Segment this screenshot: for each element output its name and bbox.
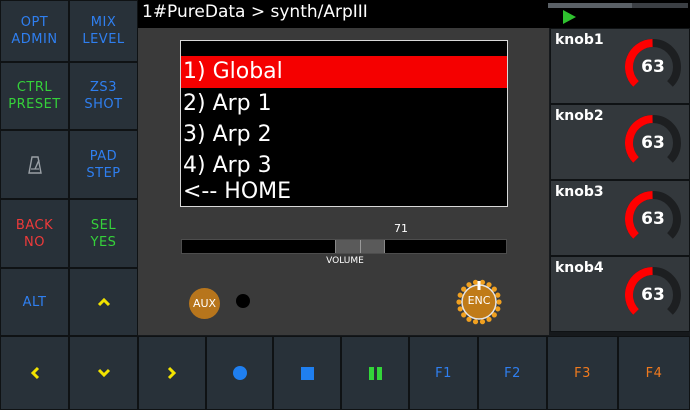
f4-button[interactable]: F4 (618, 336, 690, 410)
menu-item[interactable]: 2) Arp 1 (181, 88, 507, 120)
knob1-value: 63 (641, 57, 665, 77)
zs3-label: ZS3 (90, 80, 117, 95)
knob2-value: 63 (641, 133, 665, 153)
progress-fill (548, 3, 632, 8)
knob1-label: knob1 (555, 32, 604, 48)
zs3-shot-button[interactable]: ZS3 SHOT (69, 62, 138, 130)
chevron-right-icon (167, 366, 177, 380)
f1-button[interactable]: F1 (409, 336, 478, 410)
chevron-down-icon (97, 368, 110, 378)
preset-label: PRESET (8, 97, 61, 112)
left-button[interactable] (0, 336, 69, 410)
record-button[interactable] (206, 336, 273, 410)
knob4-value: 63 (641, 285, 665, 305)
sel-yes-button[interactable]: SEL YES (69, 199, 138, 268)
opt-label: OPT (20, 15, 49, 30)
up-button[interactable] (69, 268, 138, 336)
metronome-button[interactable] (0, 130, 69, 199)
f2-label: F2 (504, 365, 521, 381)
knob4-label: knob4 (555, 260, 604, 276)
indicator-dot (236, 294, 250, 308)
enc-label: ENC (467, 294, 491, 307)
menu-item[interactable]: 3) Arp 2 (181, 119, 507, 151)
metronome-icon (27, 155, 42, 174)
knob3-panel[interactable]: knob3 63 (550, 180, 690, 256)
knob4-panel[interactable]: knob4 63 (550, 256, 690, 332)
knob1-panel[interactable]: knob1 63 (550, 28, 690, 104)
menu-item[interactable]: 1) Global (181, 56, 507, 88)
menu-item[interactable]: <-- HOME (181, 176, 507, 206)
no-label: NO (24, 234, 45, 250)
back-label: BACK (15, 217, 54, 233)
volume-slider[interactable] (181, 239, 507, 254)
play-icon[interactable] (563, 10, 576, 24)
mix-level-button[interactable]: MIX LEVEL (69, 0, 138, 62)
ctrl-preset-button[interactable]: CTRL PRESET (0, 62, 69, 130)
step-label: STEP (86, 165, 121, 181)
volume-value: 71 (394, 222, 408, 235)
alt-label: ALT (22, 294, 47, 310)
knob3-label: knob3 (555, 184, 604, 200)
chevron-up-icon (97, 297, 110, 307)
page-title: 1#PureData > synth/ArpIII (142, 2, 368, 22)
shot-label: SHOT (84, 97, 123, 112)
level-label: LEVEL (82, 32, 125, 47)
sel-label: SEL (90, 217, 117, 233)
aux-button[interactable]: AUX (189, 288, 220, 319)
pause-button[interactable] (341, 336, 409, 410)
volume-label: VOLUME (326, 256, 364, 266)
stop-icon (300, 366, 314, 380)
f2-button[interactable]: F2 (478, 336, 547, 410)
pad-label: PAD (89, 148, 118, 164)
stop-button[interactable] (273, 336, 341, 410)
progress-bar (548, 3, 688, 8)
menu-list: 1) Global 2) Arp 1 3) Arp 2 4) Arp 3 <-- HOM… (180, 40, 508, 207)
pause-icon (368, 366, 382, 380)
volume-slider-thumb[interactable] (335, 240, 386, 253)
f1-label: F1 (435, 365, 452, 381)
back-no-button[interactable]: BACK NO (0, 199, 69, 268)
encoder-knob[interactable]: ENC (455, 278, 503, 326)
f4-label: F4 (645, 365, 663, 381)
mix-label: MIX (90, 15, 117, 30)
f3-label: F3 (574, 365, 591, 381)
yes-label: YES (90, 234, 117, 250)
record-icon (232, 366, 247, 380)
opt-admin-button[interactable]: OPT ADMIN (0, 0, 69, 62)
f3-button[interactable]: F3 (547, 336, 618, 410)
chevron-left-icon (30, 366, 39, 380)
knob3-value: 63 (641, 209, 665, 229)
knob2-panel[interactable]: knob2 63 (550, 104, 690, 180)
knob2-label: knob2 (555, 108, 604, 124)
ctrl-label: CTRL (16, 80, 53, 95)
right-button[interactable] (138, 336, 206, 410)
admin-label: ADMIN (11, 32, 58, 47)
down-button[interactable] (69, 336, 138, 410)
alt-button[interactable]: ALT (0, 268, 69, 336)
pad-step-button[interactable]: PAD STEP (69, 130, 138, 199)
